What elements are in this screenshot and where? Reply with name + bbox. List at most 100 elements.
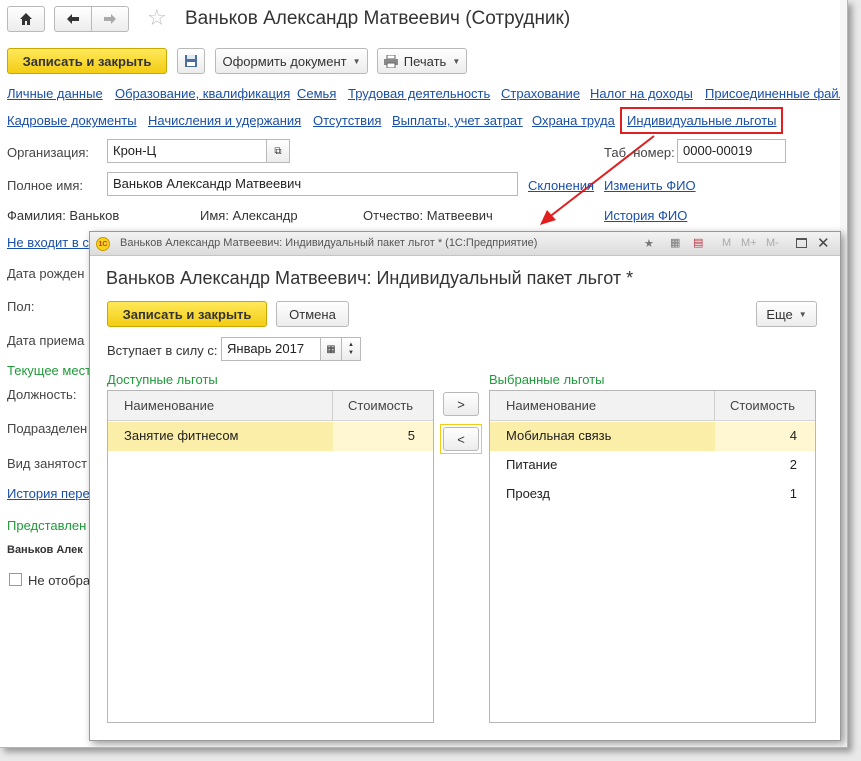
dialog-titlebar: 1С Ваньков Александр Матвеевич: Индивиду… (90, 232, 840, 256)
column-name-header[interactable]: Наименование (124, 398, 214, 413)
calendar-button[interactable]: ▦ (320, 337, 342, 361)
column-cost-header[interactable]: Стоимость (348, 398, 413, 413)
employee-window: ☆ Ваньков Александр Матвеевич (Сотрудник… (0, 0, 848, 748)
selected-benefits-title: Выбранные льготы (489, 372, 605, 387)
table-row[interactable]: Проезд 1 (490, 480, 815, 509)
benefit-cost: 4 (789, 428, 797, 443)
surname-text: Фамилия: Ваньков (7, 208, 120, 223)
fullname-value: Ваньков Александр Матвеевич (113, 176, 302, 191)
benefits-dialog: 1С Ваньков Александр Матвеевич: Индивиду… (89, 231, 841, 741)
tab-hr-documents[interactable]: Кадровые документы (7, 113, 137, 128)
tab-individual-benefits[interactable]: Индивидуальные льготы (627, 113, 777, 128)
current-place-heading: Текущее мест (7, 363, 92, 378)
not-show-checkbox[interactable] (9, 573, 22, 586)
tab-work-activity[interactable]: Трудовая деятельность (348, 86, 490, 101)
tab-payments[interactable]: Выплаты, учет затрат (392, 113, 523, 128)
floppy-disk-icon (185, 55, 197, 67)
benefit-name: Занятие фитнесом (124, 428, 239, 443)
org-open-button[interactable]: ⧉ (266, 139, 290, 163)
org-label: Организация: (7, 145, 90, 160)
available-benefits-table[interactable]: Наименование Стоимость Занятие фитнесом … (107, 390, 434, 723)
tab-personal-data[interactable]: Личные данные (7, 86, 103, 101)
tab-attached-files[interactable]: Присоединенные файлы (705, 86, 847, 101)
maximize-icon[interactable] (796, 238, 807, 248)
printer-icon (383, 54, 398, 68)
home-button[interactable] (7, 6, 45, 32)
favorite-icon[interactable]: ★ (644, 237, 654, 250)
favorite-star-icon[interactable]: ☆ (147, 5, 167, 31)
tab-labor-protection[interactable]: Охрана труда (532, 113, 615, 128)
column-cost-header[interactable]: Стоимость (730, 398, 795, 413)
table-header: Наименование Стоимость (108, 391, 433, 421)
not-show-label: Не отобра (28, 573, 91, 588)
close-icon[interactable]: ✕ (817, 234, 830, 252)
table-row[interactable]: Питание 2 (490, 451, 815, 480)
arrow-right-icon (104, 14, 116, 24)
tab-income-tax[interactable]: Налог на доходы (590, 86, 693, 101)
cost-cell-bg (715, 422, 815, 451)
tab-accruals[interactable]: Начисления и удержания (148, 113, 301, 128)
history-link[interactable]: История пере (7, 486, 90, 501)
arrow-left-icon (67, 14, 79, 24)
effective-date-label: Вступает в силу с: (107, 343, 218, 358)
representation-name: Ваньков Алек (7, 544, 83, 556)
tab-education[interactable]: Образование, квалификация (115, 86, 290, 101)
app-logo-icon: 1С (96, 237, 110, 251)
dialog-more-button[interactable]: Еще ▼ (756, 301, 817, 327)
tab-family[interactable]: Семья (297, 86, 336, 101)
dialog-cancel-button[interactable]: Отмена (276, 301, 349, 327)
make-document-button[interactable]: Оформить документ ▼ (215, 48, 368, 74)
table-header: Наименование Стоимость (490, 391, 815, 421)
table-row[interactable]: Мобильная связь 4 (490, 422, 815, 451)
home-icon (20, 13, 32, 25)
column-name-header[interactable]: Наименование (506, 398, 596, 413)
fullname-label: Полное имя: (7, 178, 83, 193)
memory-plus-icon[interactable]: М+ (741, 237, 757, 249)
dropdown-caret-icon: ▼ (352, 56, 361, 66)
tab-insurance[interactable]: Страхование (501, 86, 580, 101)
back-button[interactable] (54, 6, 92, 32)
stepper-down-icon: ▼ (348, 350, 354, 356)
print-button[interactable]: Печать ▼ (377, 48, 467, 74)
forward-button[interactable] (91, 6, 129, 32)
benefit-cost: 2 (789, 457, 797, 472)
change-fio-link[interactable]: Изменить ФИО (604, 178, 696, 193)
benefit-cost: 1 (789, 486, 797, 501)
dropdown-caret-icon: ▼ (452, 56, 461, 66)
selected-benefits-table[interactable]: Наименование Стоимость Мобильная связь 4… (489, 390, 816, 723)
not-in-link[interactable]: Не входит в с (7, 235, 89, 250)
calendar-icon[interactable]: ▤ (693, 236, 703, 249)
memory-minus-icon[interactable]: М- (766, 237, 779, 249)
tab-number-label: Таб. номер: (604, 145, 675, 160)
fio-history-link[interactable]: История ФИО (604, 208, 687, 223)
declension-link[interactable]: Склонения (528, 178, 594, 193)
position-label: Должность: (7, 387, 77, 402)
memory-m-icon[interactable]: М (722, 237, 731, 249)
save-close-button[interactable]: Записать и закрыть (7, 48, 167, 74)
hire-label: Дата приема (7, 333, 85, 348)
save-button[interactable] (177, 48, 205, 74)
effective-date-field[interactable]: Январь 2017 (221, 337, 321, 361)
tab-absences[interactable]: Отсутствия (313, 113, 381, 128)
column-separator (714, 391, 715, 421)
calculator-icon[interactable]: ▦ (670, 236, 680, 249)
org-field[interactable]: Крон-Ц (107, 139, 267, 163)
benefit-name: Мобильная связь (506, 428, 612, 443)
move-right-button[interactable]: > (443, 392, 479, 416)
main-scrollbar[interactable] (840, 0, 847, 747)
tab-number-field[interactable]: 0000-00019 (677, 139, 786, 163)
dialog-save-close-button[interactable]: Записать и закрыть (107, 301, 267, 327)
dialog-heading: Ваньков Александр Матвеевич: Индивидуаль… (106, 268, 634, 288)
move-left-button[interactable]: < (443, 427, 479, 451)
dialog-window-title: Ваньков Александр Матвеевич: Индивидуаль… (120, 237, 538, 249)
fullname-field[interactable]: Ваньков Александр Матвеевич (107, 172, 518, 196)
birth-label: Дата рожден (7, 266, 85, 281)
table-row[interactable]: Занятие фитнесом 5 (108, 422, 433, 451)
benefit-cost: 5 (407, 428, 415, 443)
tab-number-value: 0000-00019 (683, 143, 753, 158)
print-label: Печать (403, 53, 447, 69)
gender-label: Пол: (7, 299, 35, 314)
available-benefits-title: Доступные льготы (107, 372, 218, 387)
calendar-pick-icon: ▦ (326, 343, 336, 355)
date-stepper[interactable]: ▲ ▼ (341, 337, 361, 361)
